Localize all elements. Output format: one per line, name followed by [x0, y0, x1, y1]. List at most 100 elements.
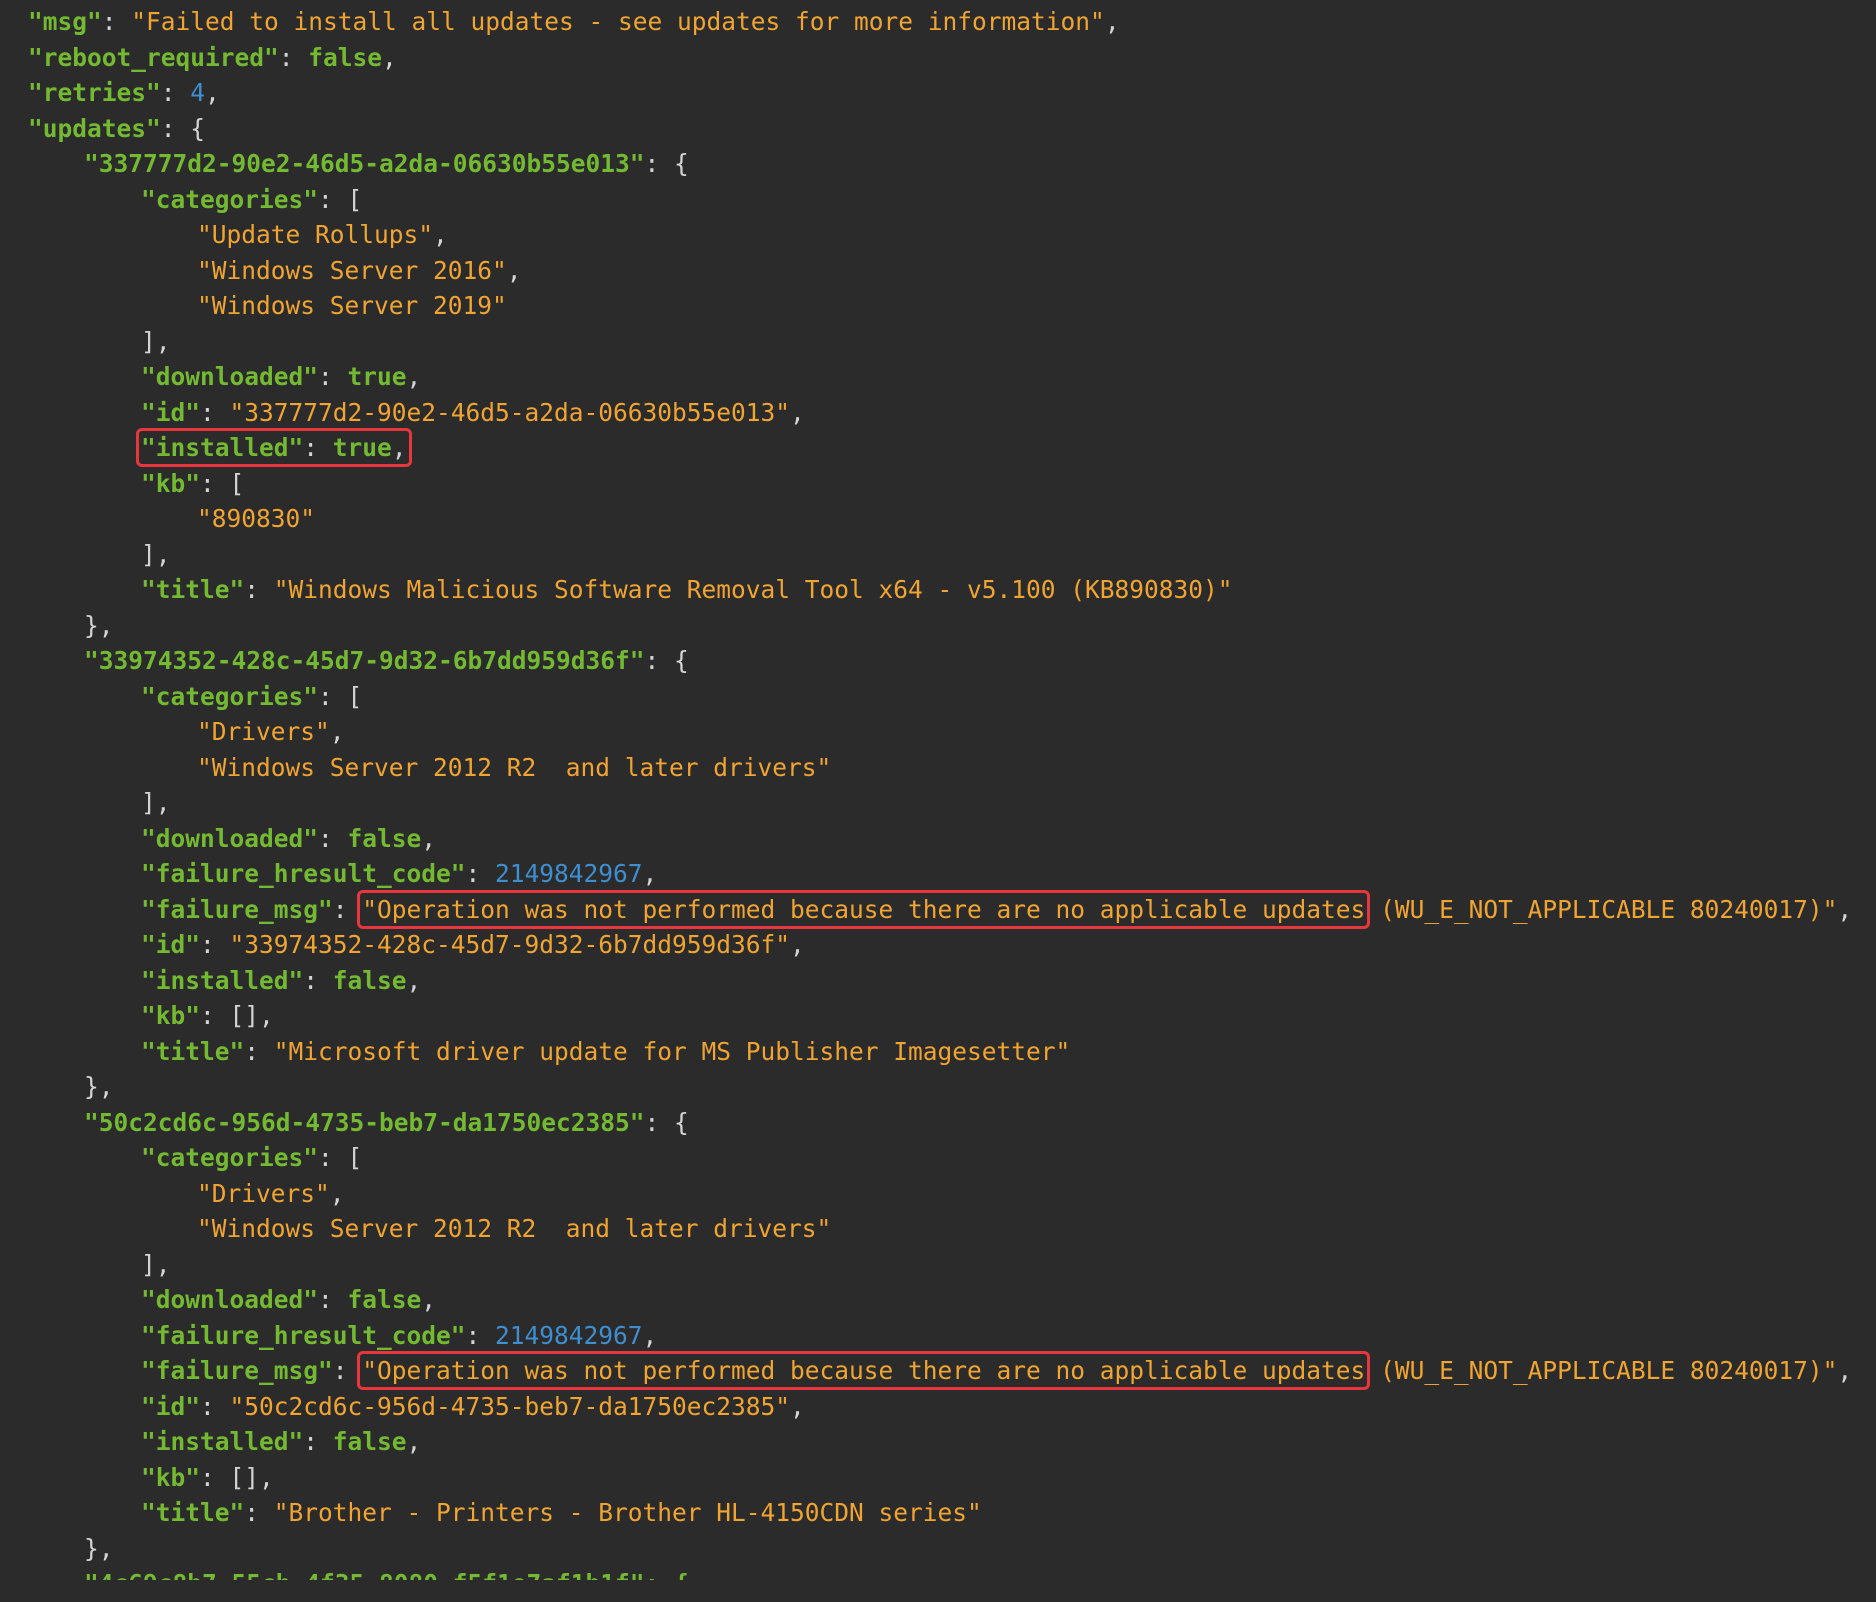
update-guid: "50c2cd6c-956d-4735-beb7-da1750ec2385": [84, 1107, 645, 1137]
category-item: "Windows Server 2012 R2 and later driver…: [0, 1211, 1876, 1247]
failure-msg-highlight: "Operation was not performed because the…: [357, 1351, 1371, 1390]
category-value: "Windows Server 2012 R2 and later driver…: [197, 752, 832, 782]
failure-hresult-line: "failure_hresult_code": 2149842967,: [141, 859, 658, 888]
id-value: "50c2cd6c-956d-4735-beb7-da1750ec2385": [229, 1391, 791, 1421]
update-guid-line: "50c2cd6c-956d-4735-beb7-da1750ec2385": …: [84, 1107, 689, 1137]
title-key: "title": [141, 575, 245, 604]
reboot-required-value: false: [308, 42, 383, 72]
id-value: "337777d2-90e2-46d5-a2da-06630b55e013": [229, 397, 791, 427]
kb-close: ],: [141, 539, 171, 569]
updates-key: "updates": [28, 113, 161, 143]
cut-off-guid: "4c69c8b7-55cb-4f35-8080-f5f1e7af1b1f": …: [84, 1566, 689, 1580]
title-value: "Windows Malicious Software Removal Tool…: [273, 575, 1233, 604]
failure-hresult-value: 2149842967: [495, 859, 643, 888]
failure-msg-line: "failure_msg": "Operation was not perfor…: [141, 1351, 1853, 1390]
update-close: },: [84, 610, 114, 640]
id-key: "id": [141, 1391, 201, 1421]
title-value: "Brother - Printers - Brother HL-4150CDN…: [273, 1498, 982, 1527]
kb-value: "890830": [197, 504, 316, 533]
categories-line: "categories": [: [141, 1143, 363, 1172]
update-guid-line: "337777d2-90e2-46d5-a2da-06630b55e013": …: [84, 149, 689, 178]
installed-key: "installed": [141, 965, 304, 995]
category-value: "Windows Server 2019": [197, 291, 507, 320]
failure-msg-rest: (WU_E_NOT_APPLICABLE 80240017)": [1365, 1356, 1838, 1385]
kb-value: []: [229, 1001, 260, 1030]
retries-line: "retries": 4,: [28, 78, 220, 107]
installed-line: "installed": false,: [141, 965, 422, 995]
category-item: "Windows Server 2016",: [197, 255, 522, 285]
installed-key: "installed": [141, 1427, 304, 1456]
update-guid-line: "33974352-428c-45d7-9d32-6b7dd959d36f": …: [84, 646, 689, 675]
categories-line: "categories": [: [141, 681, 363, 711]
update-close: },: [84, 1072, 114, 1101]
title-line: "title": "Microsoft driver update for MS…: [141, 1036, 1071, 1066]
id-line: "id": "33974352-428c-45d7-9d32-6b7dd959d…: [141, 930, 805, 959]
title-key: "title": [141, 1498, 245, 1527]
category-value: "Drivers": [197, 1178, 330, 1208]
failure-msg-key: "failure_msg": [141, 894, 333, 924]
id-line: "id": "50c2cd6c-956d-4735-beb7-da1750ec2…: [141, 1391, 805, 1421]
downloaded-value: true: [347, 362, 407, 391]
update-guid: "33974352-428c-45d7-9d32-6b7dd959d36f": [84, 646, 645, 675]
title-line: "title": "Brother - Printers - Brother H…: [141, 1498, 982, 1527]
installed-value: false: [332, 965, 407, 995]
installed-value: false: [332, 1427, 407, 1456]
kb-item: "890830": [0, 501, 1876, 537]
kb-key: "kb": [141, 468, 201, 498]
msg-value: "Failed to install all updates - see upd…: [131, 7, 1105, 36]
categories-close: ],: [141, 1249, 171, 1279]
downloaded-key: "downloaded": [141, 1285, 319, 1314]
id-line: "id": "337777d2-90e2-46d5-a2da-06630b55e…: [141, 397, 805, 427]
kb-line: "kb": [],: [141, 1462, 274, 1492]
categories-key: "categories": [141, 681, 319, 711]
failure-hresult-key: "failure_hresult_code": [141, 859, 466, 888]
installed-value: true: [332, 433, 392, 462]
categories-close: ],: [141, 788, 171, 817]
id-key: "id": [141, 930, 201, 959]
title-line: "title": "Windows Malicious Software Rem…: [141, 575, 1233, 604]
failure-msg-highlight: "Operation was not performed because the…: [357, 889, 1371, 929]
category-value: "Update Rollups": [197, 220, 434, 249]
id-value: "33974352-428c-45d7-9d32-6b7dd959d36f": [229, 930, 791, 959]
retries-value: 4: [190, 78, 206, 107]
failure-hresult-line: "failure_hresult_code": 2149842967,: [141, 1320, 658, 1350]
categories-key: "categories": [141, 184, 319, 214]
failure-hresult-key: "failure_hresult_code": [141, 1320, 466, 1350]
kb-key: "kb": [141, 1001, 201, 1030]
cut-off-line: "4c69c8b7-55cb-4f35-8080-f5f1e7af1b1f": …: [0, 1566, 1876, 1602]
downloaded-value: false: [347, 1285, 422, 1314]
downloaded-value: false: [347, 823, 422, 853]
id-key: "id": [141, 397, 201, 427]
failure-hresult-value: 2149842967: [495, 1320, 643, 1350]
categories-key: "categories": [141, 1143, 319, 1172]
categories-line: "categories": [: [141, 184, 363, 214]
category-value: "Windows Server 2016": [197, 255, 507, 285]
installed-key: "installed": [141, 433, 304, 462]
downloaded-line: "downloaded": false,: [141, 1285, 437, 1314]
msg-key: "msg": [28, 7, 102, 36]
categories-close: ],: [141, 326, 171, 356]
category-value: "Windows Server 2012 R2 and later driver…: [197, 1214, 832, 1243]
installed-highlight-box: "installed": true,: [136, 428, 412, 467]
update-guid: "337777d2-90e2-46d5-a2da-06630b55e013": [84, 149, 645, 178]
reboot-required-line: "reboot_required": false,: [28, 42, 397, 72]
downloaded-key: "downloaded": [141, 823, 319, 853]
kb-line: "kb": [: [141, 468, 245, 498]
category-item: "Update Rollups",: [197, 220, 448, 249]
json-output: "msg": "Failed to install all updates - …: [0, 4, 1876, 1602]
reboot-required-key: "reboot_required": [28, 42, 279, 72]
downloaded-key: "downloaded": [141, 362, 319, 391]
downloaded-line: "downloaded": false,: [141, 823, 437, 853]
failure-msg-key: "failure_msg": [141, 1356, 333, 1385]
kb-line: "kb": [],: [141, 1001, 274, 1030]
downloaded-line: "downloaded": true,: [141, 362, 422, 391]
kb-value: []: [229, 1462, 260, 1492]
retries-key: "retries": [28, 78, 161, 107]
kb-key: "kb": [141, 1462, 201, 1492]
title-value: "Microsoft driver update for MS Publishe…: [273, 1036, 1071, 1066]
msg-line: "msg": "Failed to install all updates - …: [28, 7, 1120, 36]
failure-msg-rest: (WU_E_NOT_APPLICABLE 80240017)": [1365, 894, 1838, 924]
category-value: "Drivers": [197, 717, 330, 746]
category-item: "Windows Server 2012 R2 and later driver…: [0, 750, 1876, 786]
title-key: "title": [141, 1036, 245, 1066]
